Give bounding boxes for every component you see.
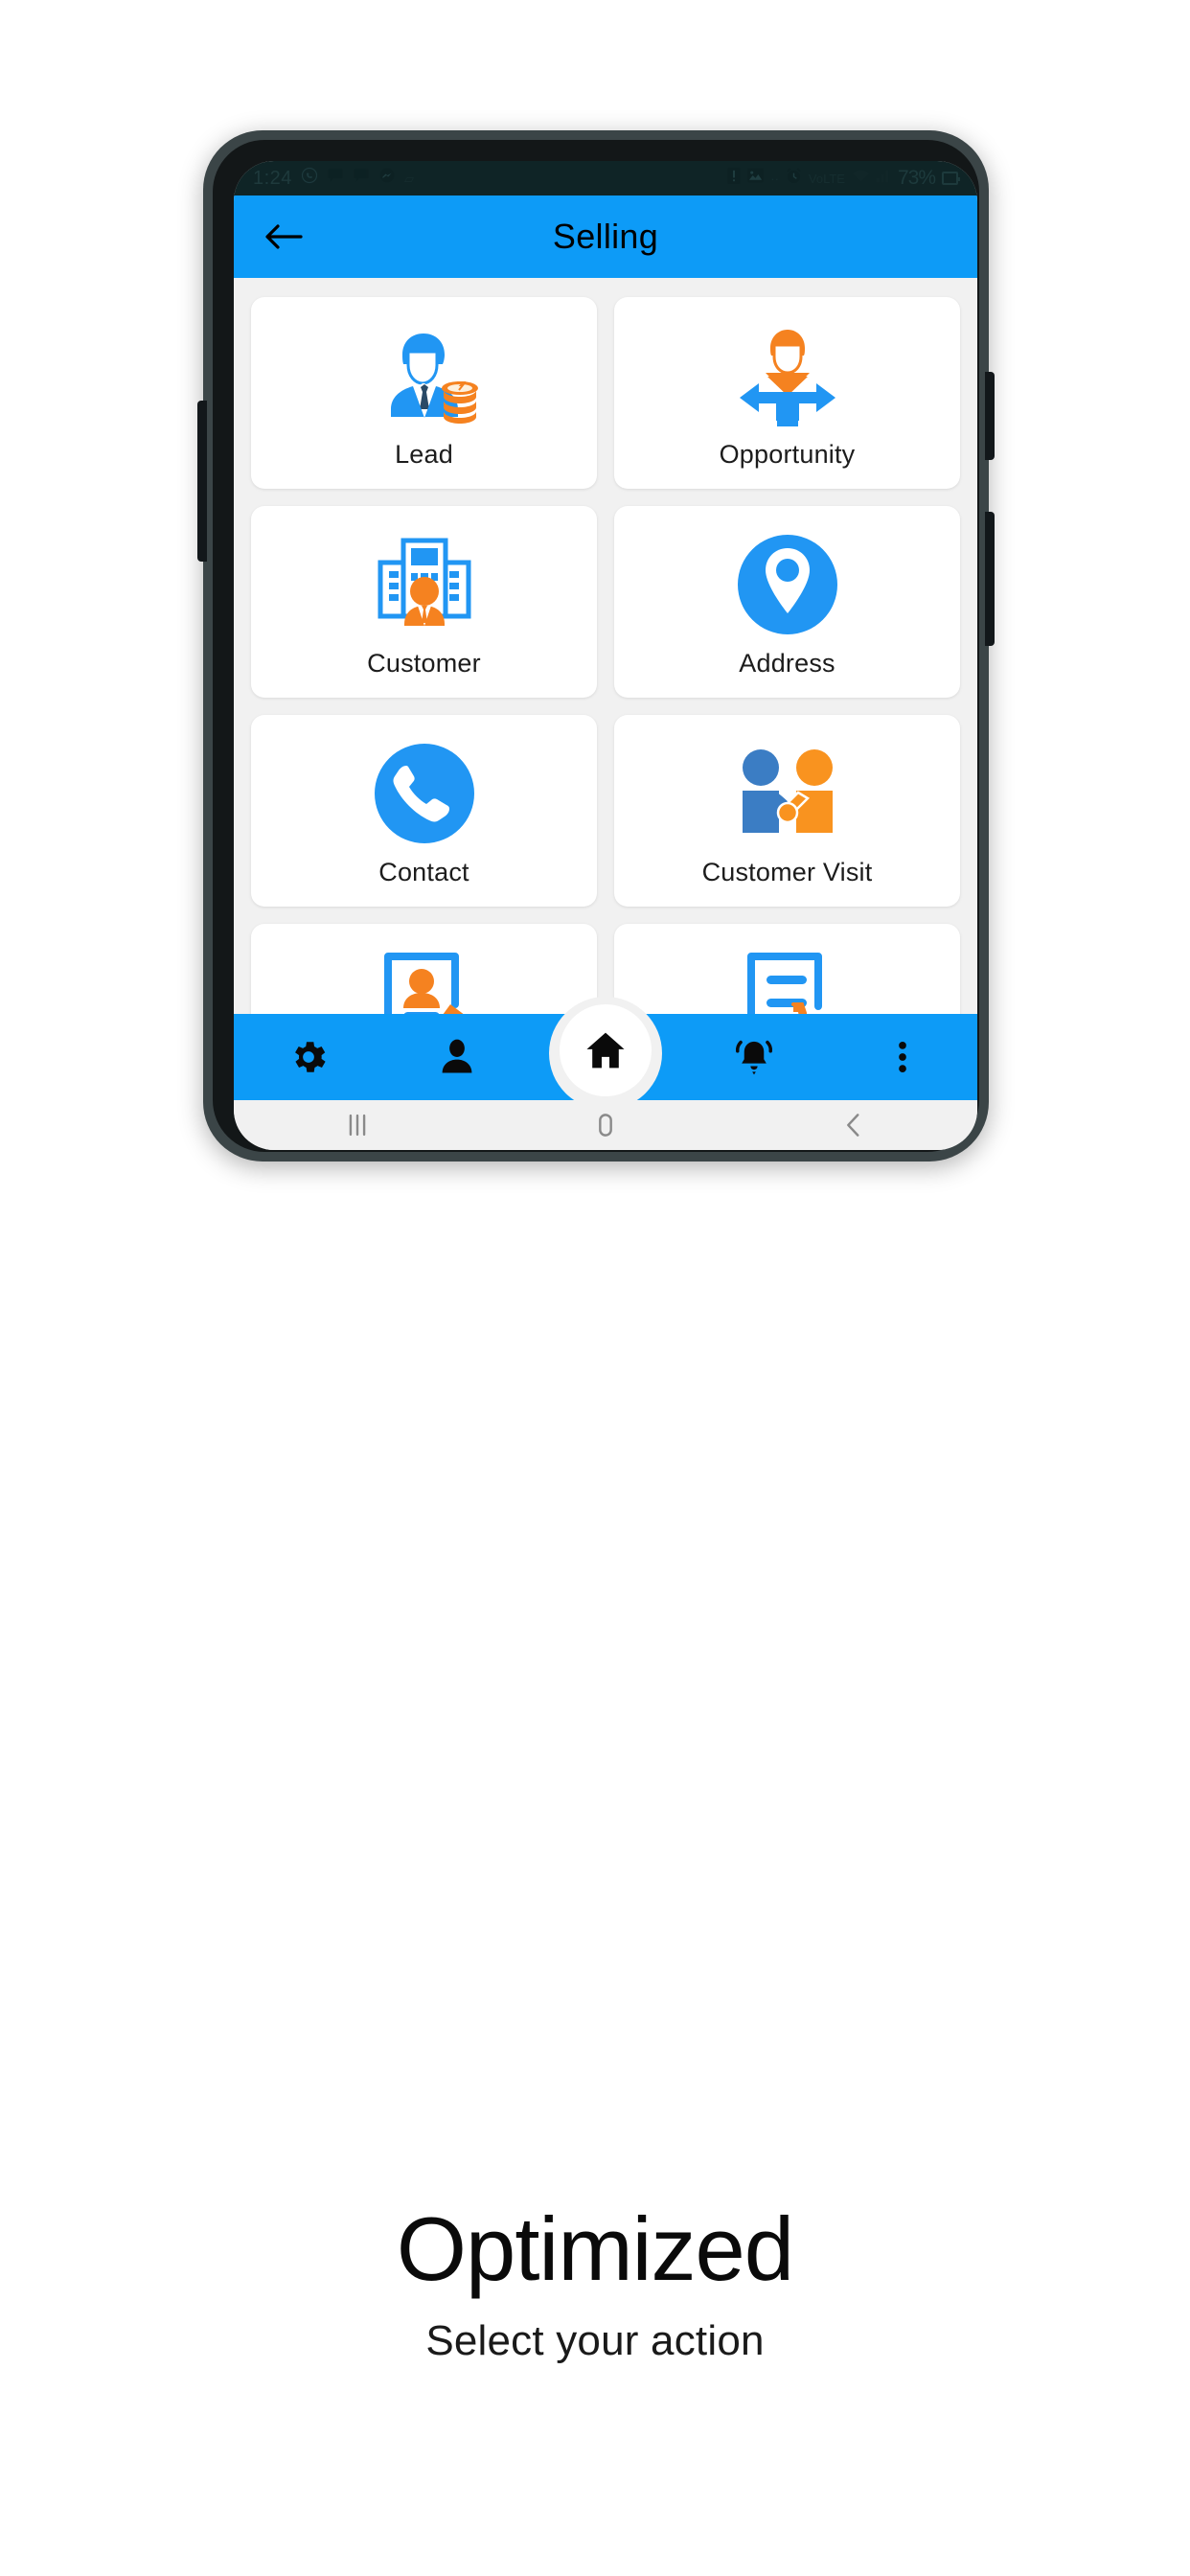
signal-icon xyxy=(876,168,891,189)
message-icon xyxy=(353,168,370,189)
bixby-button[interactable] xyxy=(985,372,995,460)
tile-label: Lead xyxy=(395,439,453,469)
tile-lead[interactable]: Lead xyxy=(251,297,597,489)
battery-icon xyxy=(942,172,960,185)
volte-icon: VoLTE xyxy=(808,171,845,186)
image-icon xyxy=(747,168,765,189)
page-title: Selling xyxy=(552,217,659,256)
back-nav-button[interactable] xyxy=(729,1109,977,1141)
vertical-dots-icon xyxy=(899,1042,907,1072)
caption-subtitle: Select your action xyxy=(425,2317,765,2364)
app-bar: Selling xyxy=(234,196,977,278)
wifi-icon xyxy=(852,168,870,189)
grid-scroll-area[interactable]: Lead Opportunity Customer Address Contac… xyxy=(234,278,977,1040)
back-button[interactable] xyxy=(259,212,309,262)
phone-bezel: 1:24 ▱ ·· VoLTE 73% Selling Lead Opportu… xyxy=(213,140,979,1152)
battery-percent-label: 73% xyxy=(897,167,936,189)
volume-button[interactable] xyxy=(197,401,207,562)
person-branching-arrows-icon xyxy=(731,317,844,434)
whatsapp-icon xyxy=(301,167,318,190)
tile-customer[interactable]: Customer xyxy=(251,506,597,698)
gear-icon xyxy=(294,1042,326,1072)
caption-title: Optimized xyxy=(396,2198,794,2299)
tile-label: Contact xyxy=(378,857,469,886)
action-grid: Lead Opportunity Customer Address Contac… xyxy=(251,297,960,1040)
buildings-person-icon xyxy=(368,526,481,643)
phone-frame: 1:24 ▱ ·· VoLTE 73% Selling Lead Opportu… xyxy=(197,130,995,1162)
android-system-nav xyxy=(234,1100,977,1150)
phone-icon xyxy=(373,735,476,852)
status-clock: 1:24 xyxy=(253,167,292,189)
generic-icon: ▱ xyxy=(403,171,414,186)
recents-button[interactable] xyxy=(234,1109,482,1141)
status-bar: 1:24 ▱ ·· VoLTE 73% xyxy=(234,161,977,196)
nav-item-more[interactable] xyxy=(829,1014,977,1100)
person-icon xyxy=(442,1039,472,1073)
tile-customer-visit[interactable]: Customer Visit xyxy=(614,715,960,907)
power-button[interactable] xyxy=(985,512,995,646)
chevron-left-icon xyxy=(846,1114,859,1137)
tile-address[interactable]: Address xyxy=(614,506,960,698)
map-pin-icon xyxy=(736,526,839,643)
nav-item-notifications[interactable] xyxy=(680,1014,829,1100)
home-square-icon xyxy=(599,1114,612,1137)
bell-ringing-icon xyxy=(736,1040,773,1075)
home-icon xyxy=(586,1032,625,1069)
tile-label: Customer xyxy=(367,648,481,678)
tile-label: Opportunity xyxy=(719,439,856,469)
businessman-coins-icon xyxy=(368,317,481,434)
status-bar-left: 1:24 ▱ xyxy=(253,167,727,190)
nav-item-settings[interactable] xyxy=(234,1014,382,1100)
tile-opportunity[interactable]: Opportunity xyxy=(614,297,960,489)
alarm-icon xyxy=(786,167,802,190)
bottom-navigation-bar xyxy=(234,997,977,1110)
status-bar-right: ·· VoLTE 73% xyxy=(727,167,960,190)
tile-contact[interactable]: Contact xyxy=(251,715,597,907)
phone-screen: 1:24 ▱ ·· VoLTE 73% Selling Lead Opportu… xyxy=(234,161,977,1150)
caption-block: Optimized Select your action xyxy=(0,2204,1190,2365)
dots-icon: ·· xyxy=(770,171,779,186)
warning-icon xyxy=(727,167,741,190)
recents-icon xyxy=(350,1114,366,1137)
tile-label: Address xyxy=(739,648,835,678)
nav-item-home[interactable] xyxy=(560,1004,652,1096)
nav-item-profile[interactable] xyxy=(382,1014,531,1100)
message-icon xyxy=(327,168,344,189)
handshake-icon xyxy=(731,735,844,852)
tile-label: Customer Visit xyxy=(701,857,873,886)
messenger-icon xyxy=(378,167,396,190)
arrow-left-icon xyxy=(265,224,303,249)
home-button[interactable] xyxy=(482,1109,730,1141)
